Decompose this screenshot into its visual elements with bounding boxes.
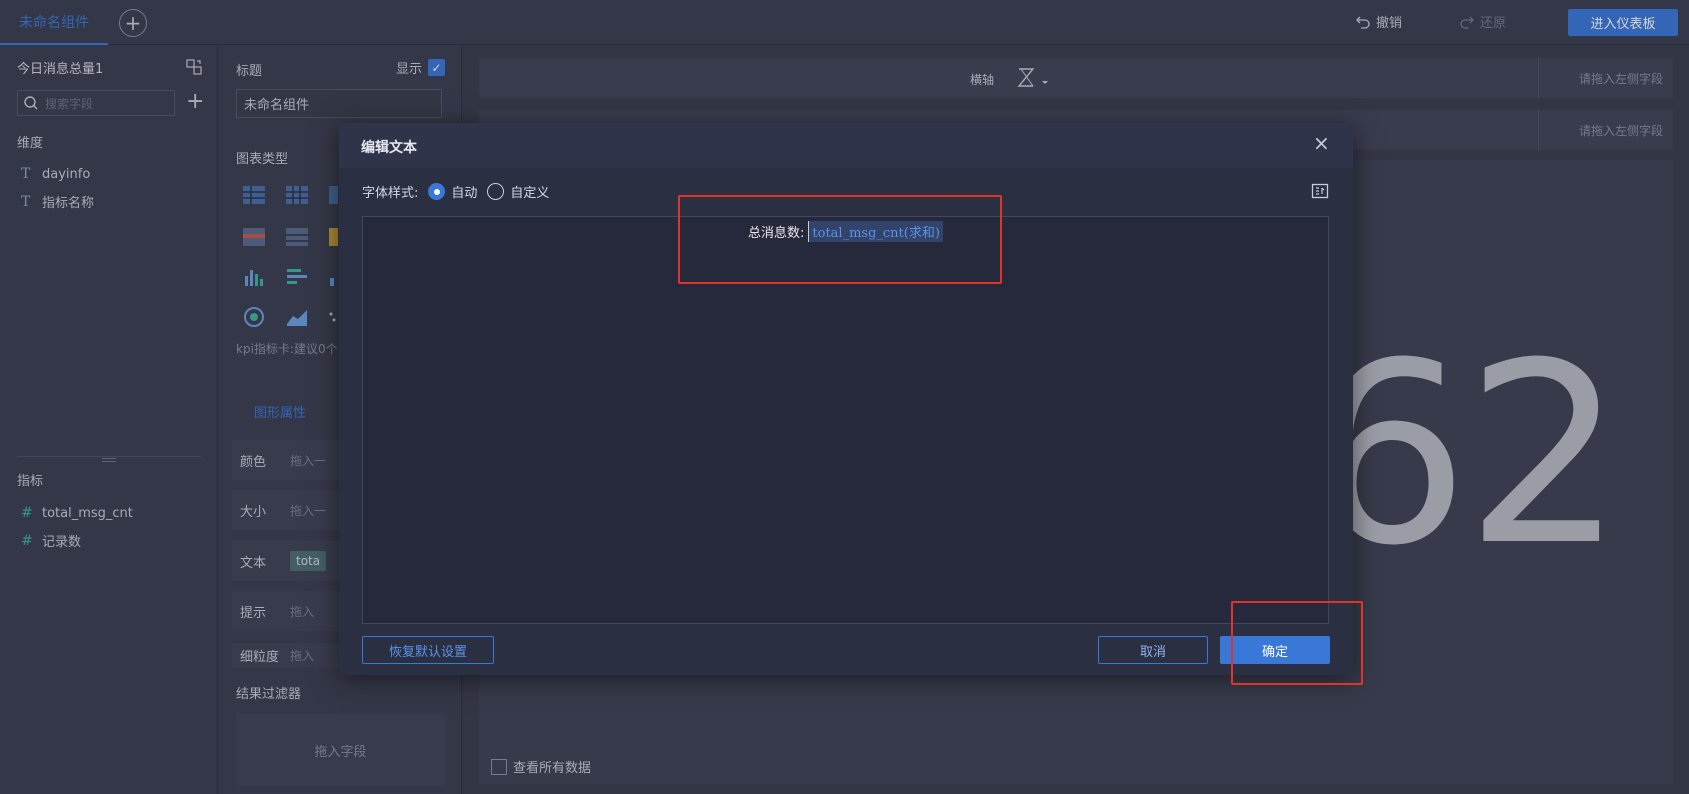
radio-unselected-icon[interactable] xyxy=(487,183,505,200)
close-icon[interactable]: × xyxy=(1313,133,1330,153)
highlight-box-confirm xyxy=(1231,601,1363,685)
highlight-box-editor xyxy=(678,195,1002,284)
radio-selected-icon[interactable] xyxy=(428,183,446,200)
dialog-title: 编辑文本 xyxy=(361,140,417,156)
reset-default-button[interactable]: 恢复默认设置 xyxy=(362,636,494,664)
cancel-button[interactable]: 取消 xyxy=(1098,636,1208,664)
dialog-header xyxy=(339,123,1353,168)
insert-field-icon[interactable] xyxy=(1311,182,1329,200)
radio-auto[interactable]: 自动 xyxy=(428,182,477,201)
font-style-row: 字体样式: 自动 自定义 xyxy=(362,182,549,201)
radio-custom-label: 自定义 xyxy=(510,186,550,201)
font-style-label: 字体样式: xyxy=(362,186,419,201)
radio-custom[interactable]: 自定义 xyxy=(487,182,549,201)
radio-auto-label: 自动 xyxy=(451,186,478,201)
